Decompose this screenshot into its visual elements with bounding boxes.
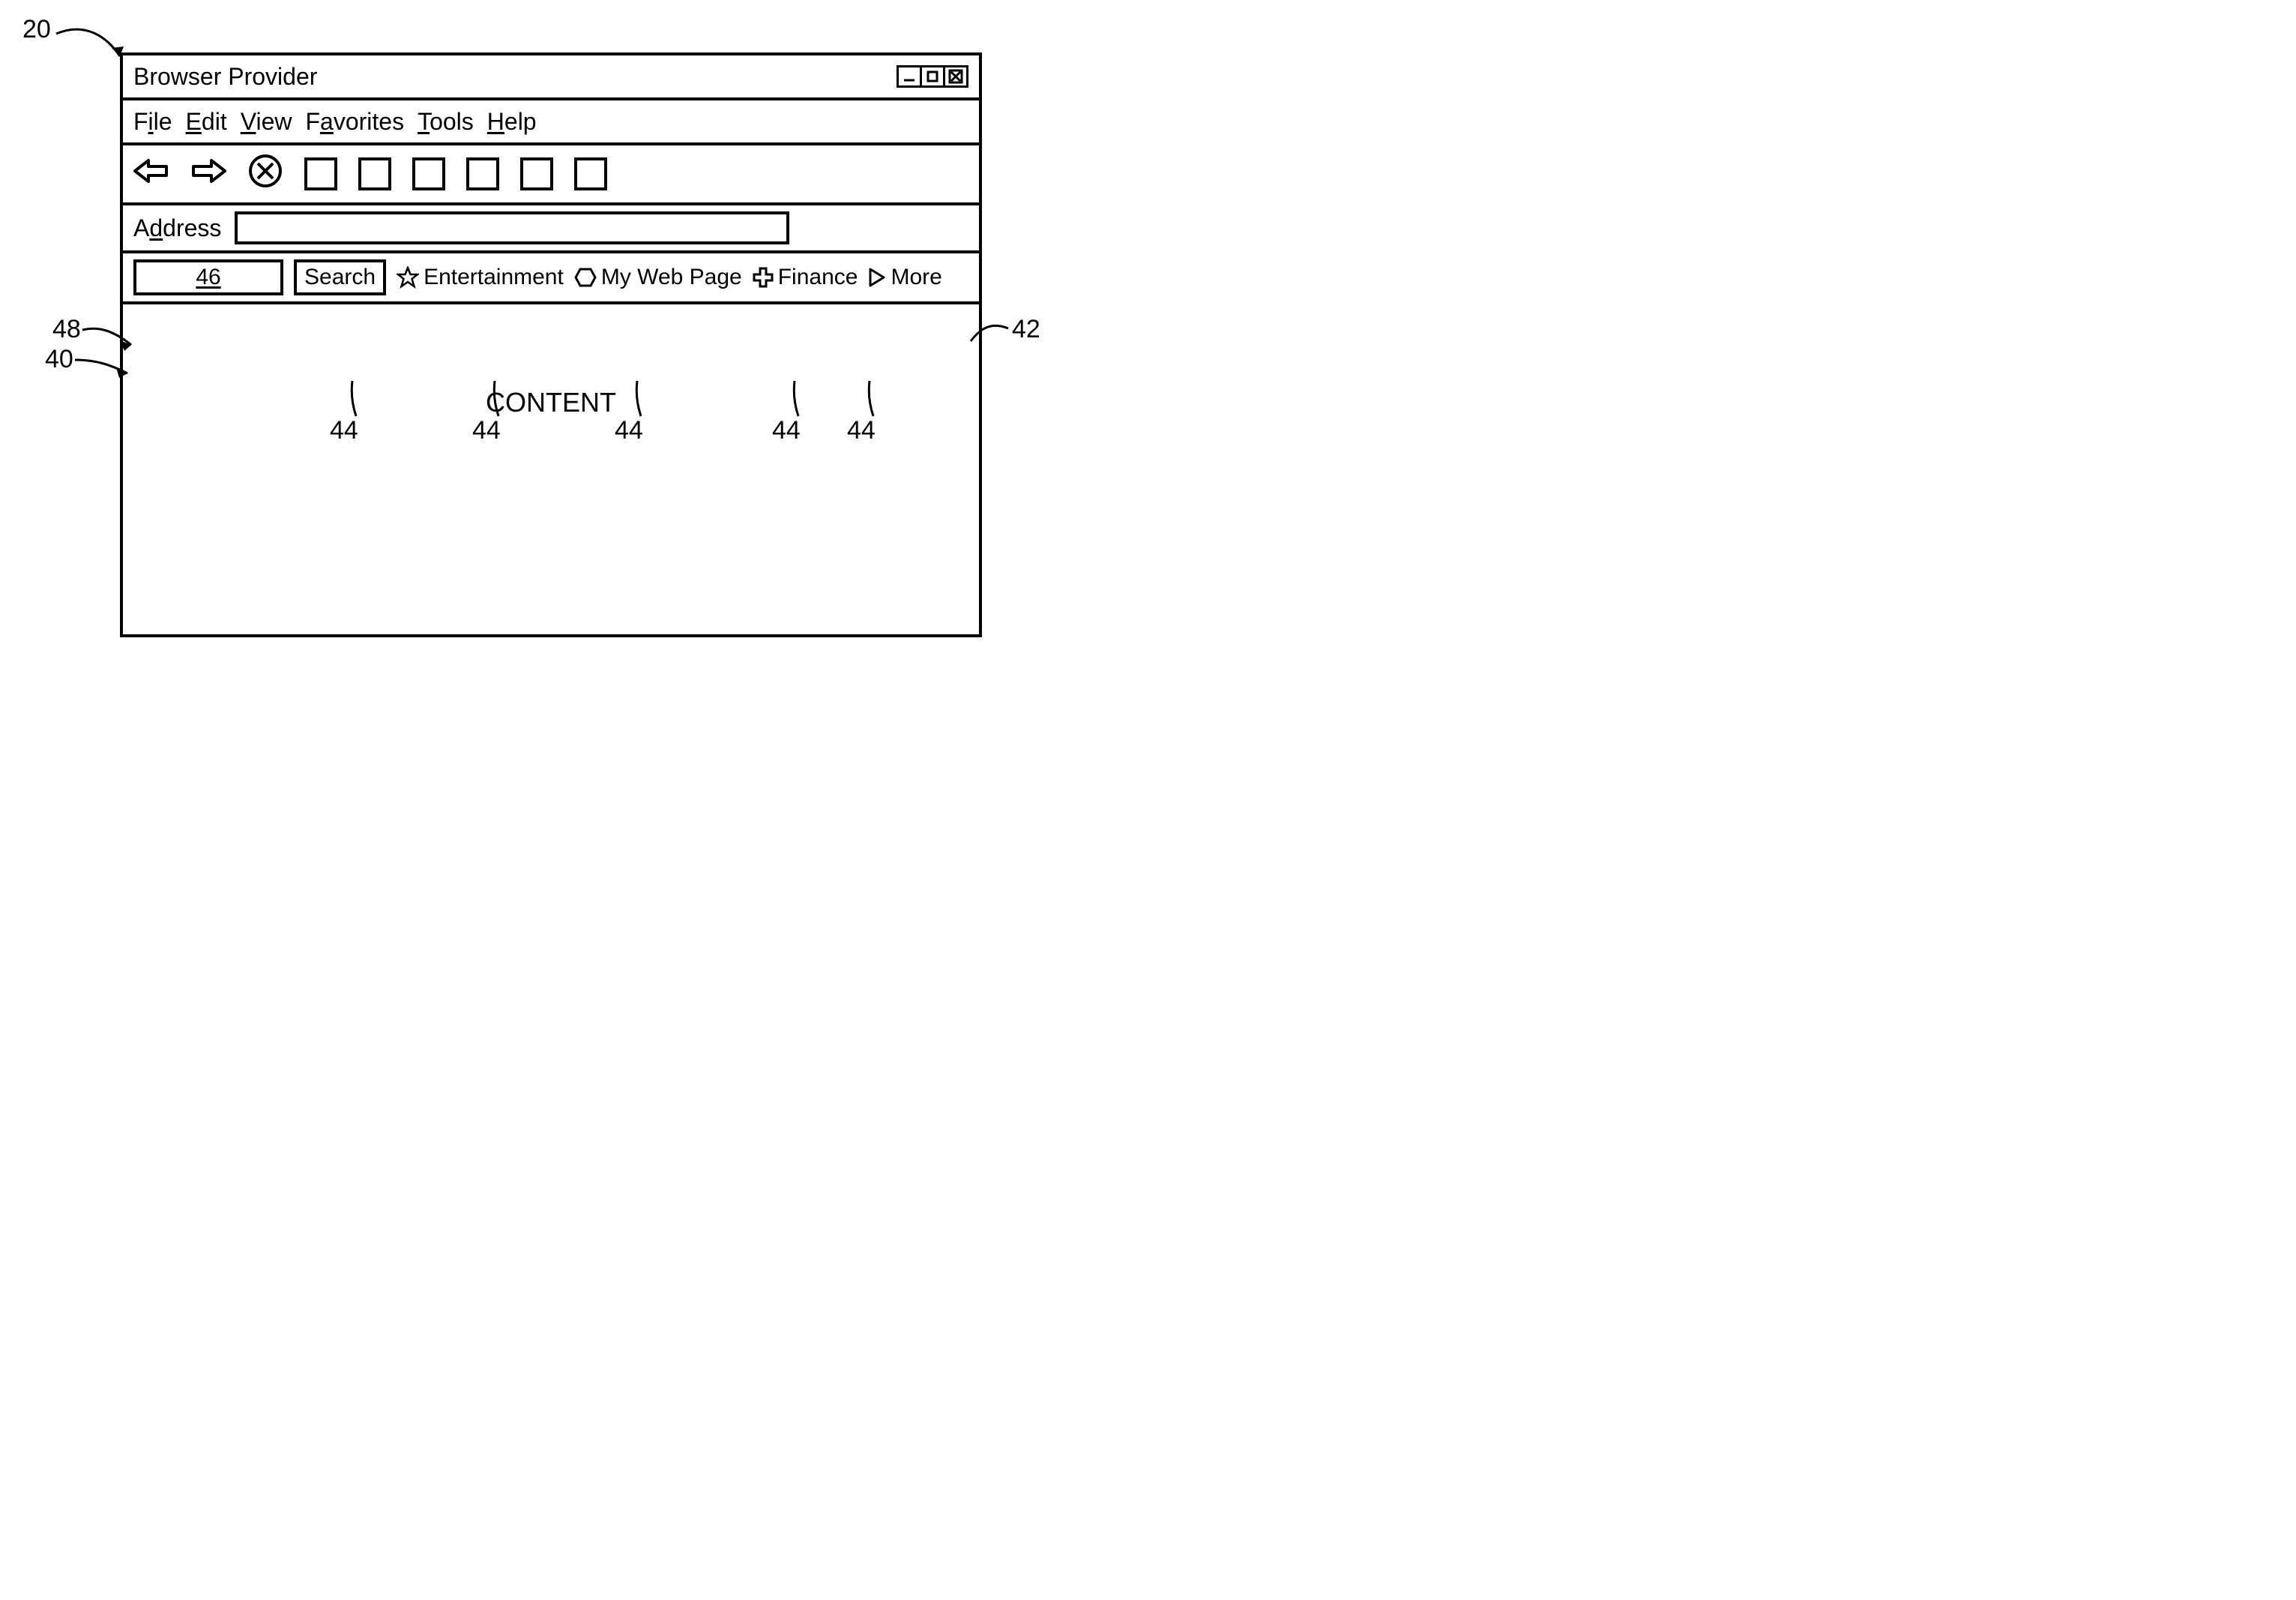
callout-42: 42 [1012,315,1040,344]
content-placeholder: CONTENT [486,387,616,418]
callout-44-3: 44 [615,416,643,445]
forward-button[interactable] [190,156,226,192]
menu-bar: File Edit View Favorites Tools Help [123,100,979,145]
window-title: Browser Provider [133,63,317,91]
address-input[interactable] [235,211,789,244]
triangle-right-icon [868,267,886,288]
toolbar-button-6[interactable] [574,157,607,190]
callout-20: 20 [22,15,51,44]
callout-44-2: 44 [472,416,501,445]
minimize-button[interactable] [897,65,922,88]
link-more[interactable]: More [868,265,941,290]
browser-window: Browser Provider File Edit View Favorite… [120,52,982,637]
link-entertainment[interactable]: Entertainment [397,265,564,290]
toolbar-button-2[interactable] [358,157,391,190]
search-input[interactable]: 46 [133,259,283,295]
menu-file[interactable]: File [133,108,172,136]
link-my-web-page[interactable]: My Web Page [574,265,742,290]
toolbar-button-3[interactable] [412,157,445,190]
address-bar: Address [123,205,979,253]
window-controls [897,65,968,88]
search-button[interactable]: Search [294,259,386,295]
link-finance[interactable]: Finance [753,265,858,290]
callout-40: 40 [45,345,73,374]
toolbar-button-1[interactable] [304,157,337,190]
hexagon-icon [574,267,597,288]
content-area: CONTENT [123,304,979,634]
menu-help[interactable]: Help [487,108,537,136]
plus-icon [753,267,774,288]
custom-toolbar: 46 Search Entertainment My Web Page Fina… [123,253,979,304]
address-label: Address [133,214,221,242]
close-button[interactable] [943,65,968,88]
star-icon [397,266,419,289]
back-button[interactable] [133,156,169,192]
toolbar-button-4[interactable] [466,157,499,190]
menu-tools[interactable]: Tools [418,108,474,136]
callout-44-5: 44 [847,416,876,445]
menu-edit[interactable]: Edit [186,108,227,136]
title-bar: Browser Provider [123,55,979,100]
toolbar-button-5[interactable] [520,157,553,190]
callout-44-1: 44 [330,416,358,445]
callout-48: 48 [52,315,81,344]
menu-view[interactable]: View [241,108,292,136]
menu-favorites[interactable]: Favorites [305,108,404,136]
nav-toolbar [123,145,979,205]
stop-button[interactable] [247,153,283,195]
callout-44-4: 44 [772,416,801,445]
maximize-button[interactable] [920,65,945,88]
